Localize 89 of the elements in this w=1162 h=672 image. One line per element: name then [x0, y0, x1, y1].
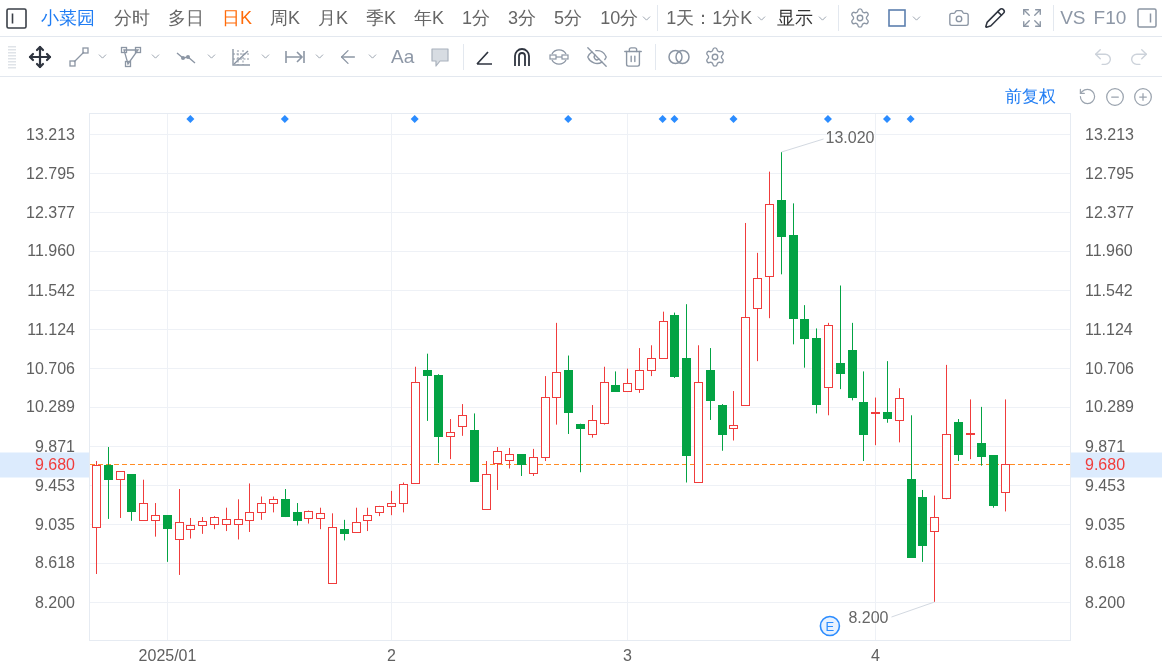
range-dropdown[interactable]: 1天：1分K: [658, 3, 773, 33]
leader-line: [891, 601, 935, 618]
price-axis-label: 11.960: [1085, 242, 1133, 260]
current-price-label: 9.680: [1071, 452, 1162, 478]
price-axis-label: 9.035: [34, 515, 75, 533]
zoom-out-icon[interactable]: [1105, 86, 1125, 107]
price-axis-label: 9.871: [34, 437, 75, 455]
date-axis-label: 2: [387, 647, 396, 664]
diamond-marker-icon[interactable]: [410, 115, 419, 123]
price-axis-label: 10.706: [26, 359, 75, 377]
period-tab[interactable]: 10分: [591, 3, 656, 33]
price-axis-label: 11.542: [27, 281, 75, 299]
adjust-mode-button[interactable]: 前复权: [1005, 85, 1056, 108]
price-axis-label: 8.618: [34, 554, 75, 572]
period-tab[interactable]: 年K: [405, 3, 454, 33]
comment-icon[interactable]: [429, 45, 452, 68]
diamond-marker-icon[interactable]: [658, 115, 667, 123]
price-axis-label: 8.618: [1085, 554, 1126, 572]
price-axis-label: 10.289: [1085, 398, 1134, 416]
date-axis-label: 2025/01: [138, 647, 197, 664]
expand-icon[interactable]: [1021, 7, 1044, 29]
panel-icon[interactable]: [6, 7, 27, 29]
leader-line: [781, 138, 824, 153]
move-icon[interactable]: [28, 44, 52, 69]
price-axis-label: 12.377: [1085, 203, 1134, 221]
price-axis-label: 13.213: [1085, 125, 1134, 143]
diamond-marker-icon[interactable]: [186, 115, 195, 123]
reset-icon[interactable]: [1078, 87, 1097, 106]
candlestick: [281, 488, 290, 518]
f10-button[interactable]: F10: [1093, 6, 1127, 30]
annotation: E: [825, 618, 835, 634]
square-icon[interactable]: [888, 9, 907, 27]
diamond-marker-icon[interactable]: [883, 115, 891, 123]
diamond-marker-icon[interactable]: [729, 115, 738, 123]
price-axis-label: 12.795: [26, 164, 75, 182]
candlestick: [729, 390, 738, 441]
low-price-label: 8.200: [848, 608, 889, 626]
current-price-label: 9.680: [0, 452, 89, 478]
camera-icon[interactable]: [948, 7, 971, 29]
drag-handle-icon[interactable]: [8, 44, 16, 69]
compare-button[interactable]: VS: [1060, 6, 1086, 30]
price-axis-label: 10.706: [1085, 359, 1134, 377]
price-axis-label: 9.035: [1085, 515, 1126, 533]
polygon-icon[interactable]: [120, 45, 142, 68]
period-tab[interactable]: 3分: [499, 3, 546, 33]
pencil-icon[interactable]: [984, 7, 1007, 29]
period-tab[interactable]: 分时: [105, 3, 159, 33]
period-tab[interactable]: 5分: [545, 3, 592, 33]
price-axis-label: 13.213: [26, 125, 75, 143]
display-dropdown[interactable]: 显示: [772, 3, 834, 33]
price-axis-label: 9.871: [1085, 437, 1126, 455]
price-axis-label: 11.124: [27, 320, 75, 338]
price-axis-label: 12.377: [26, 203, 75, 221]
price-axis-label: 10.289: [26, 398, 75, 416]
period-tab[interactable]: 季K: [357, 3, 406, 33]
candlestick: [659, 311, 668, 359]
candlestick: [186, 517, 195, 539]
eye-off-icon[interactable]: [586, 45, 609, 68]
diamond-marker-icon[interactable]: [564, 115, 573, 123]
price-axis-label: 12.795: [1085, 164, 1134, 182]
price-axis-label: 9.453: [1085, 476, 1126, 494]
price-axis-label: 11.542: [1085, 281, 1133, 299]
period-tab[interactable]: 月K: [309, 3, 358, 33]
candlestick: [883, 360, 892, 424]
date-axis-label: 4: [871, 647, 880, 664]
diamond-marker-icon[interactable]: [280, 115, 289, 123]
settings-icon[interactable]: [849, 7, 872, 29]
period-tab[interactable]: 1分: [453, 3, 500, 33]
period-tab[interactable]: 多日: [159, 3, 213, 33]
diamond-marker-icon[interactable]: [906, 115, 915, 123]
brand-link[interactable]: 小菜园: [41, 6, 95, 30]
date-axis-label: 3: [623, 647, 632, 664]
price-axis-label: 9.453: [34, 476, 75, 494]
period-tab[interactable]: 周K: [261, 3, 310, 33]
zoom-in-icon[interactable]: [1133, 86, 1153, 107]
price-axis-label: 8.200: [34, 593, 75, 611]
ref-line-label: 9.680: [34, 456, 76, 473]
trash-icon[interactable]: [622, 45, 645, 68]
high-price-label: 13.020: [825, 128, 875, 146]
diamond-marker-icon[interactable]: [670, 115, 679, 123]
candlestick: [670, 312, 679, 379]
settings-icon[interactable]: [704, 45, 727, 68]
event-badge[interactable]: E: [819, 615, 841, 637]
price-axis-label: 11.124: [1085, 320, 1133, 338]
diamond-marker-icon[interactable]: [823, 115, 832, 123]
price-axis-label: 8.200: [1085, 593, 1126, 611]
price-axis-label: 11.960: [27, 242, 75, 260]
text-tool-button[interactable]: Aa: [391, 44, 415, 69]
line-segment-icon[interactable]: [68, 45, 90, 68]
